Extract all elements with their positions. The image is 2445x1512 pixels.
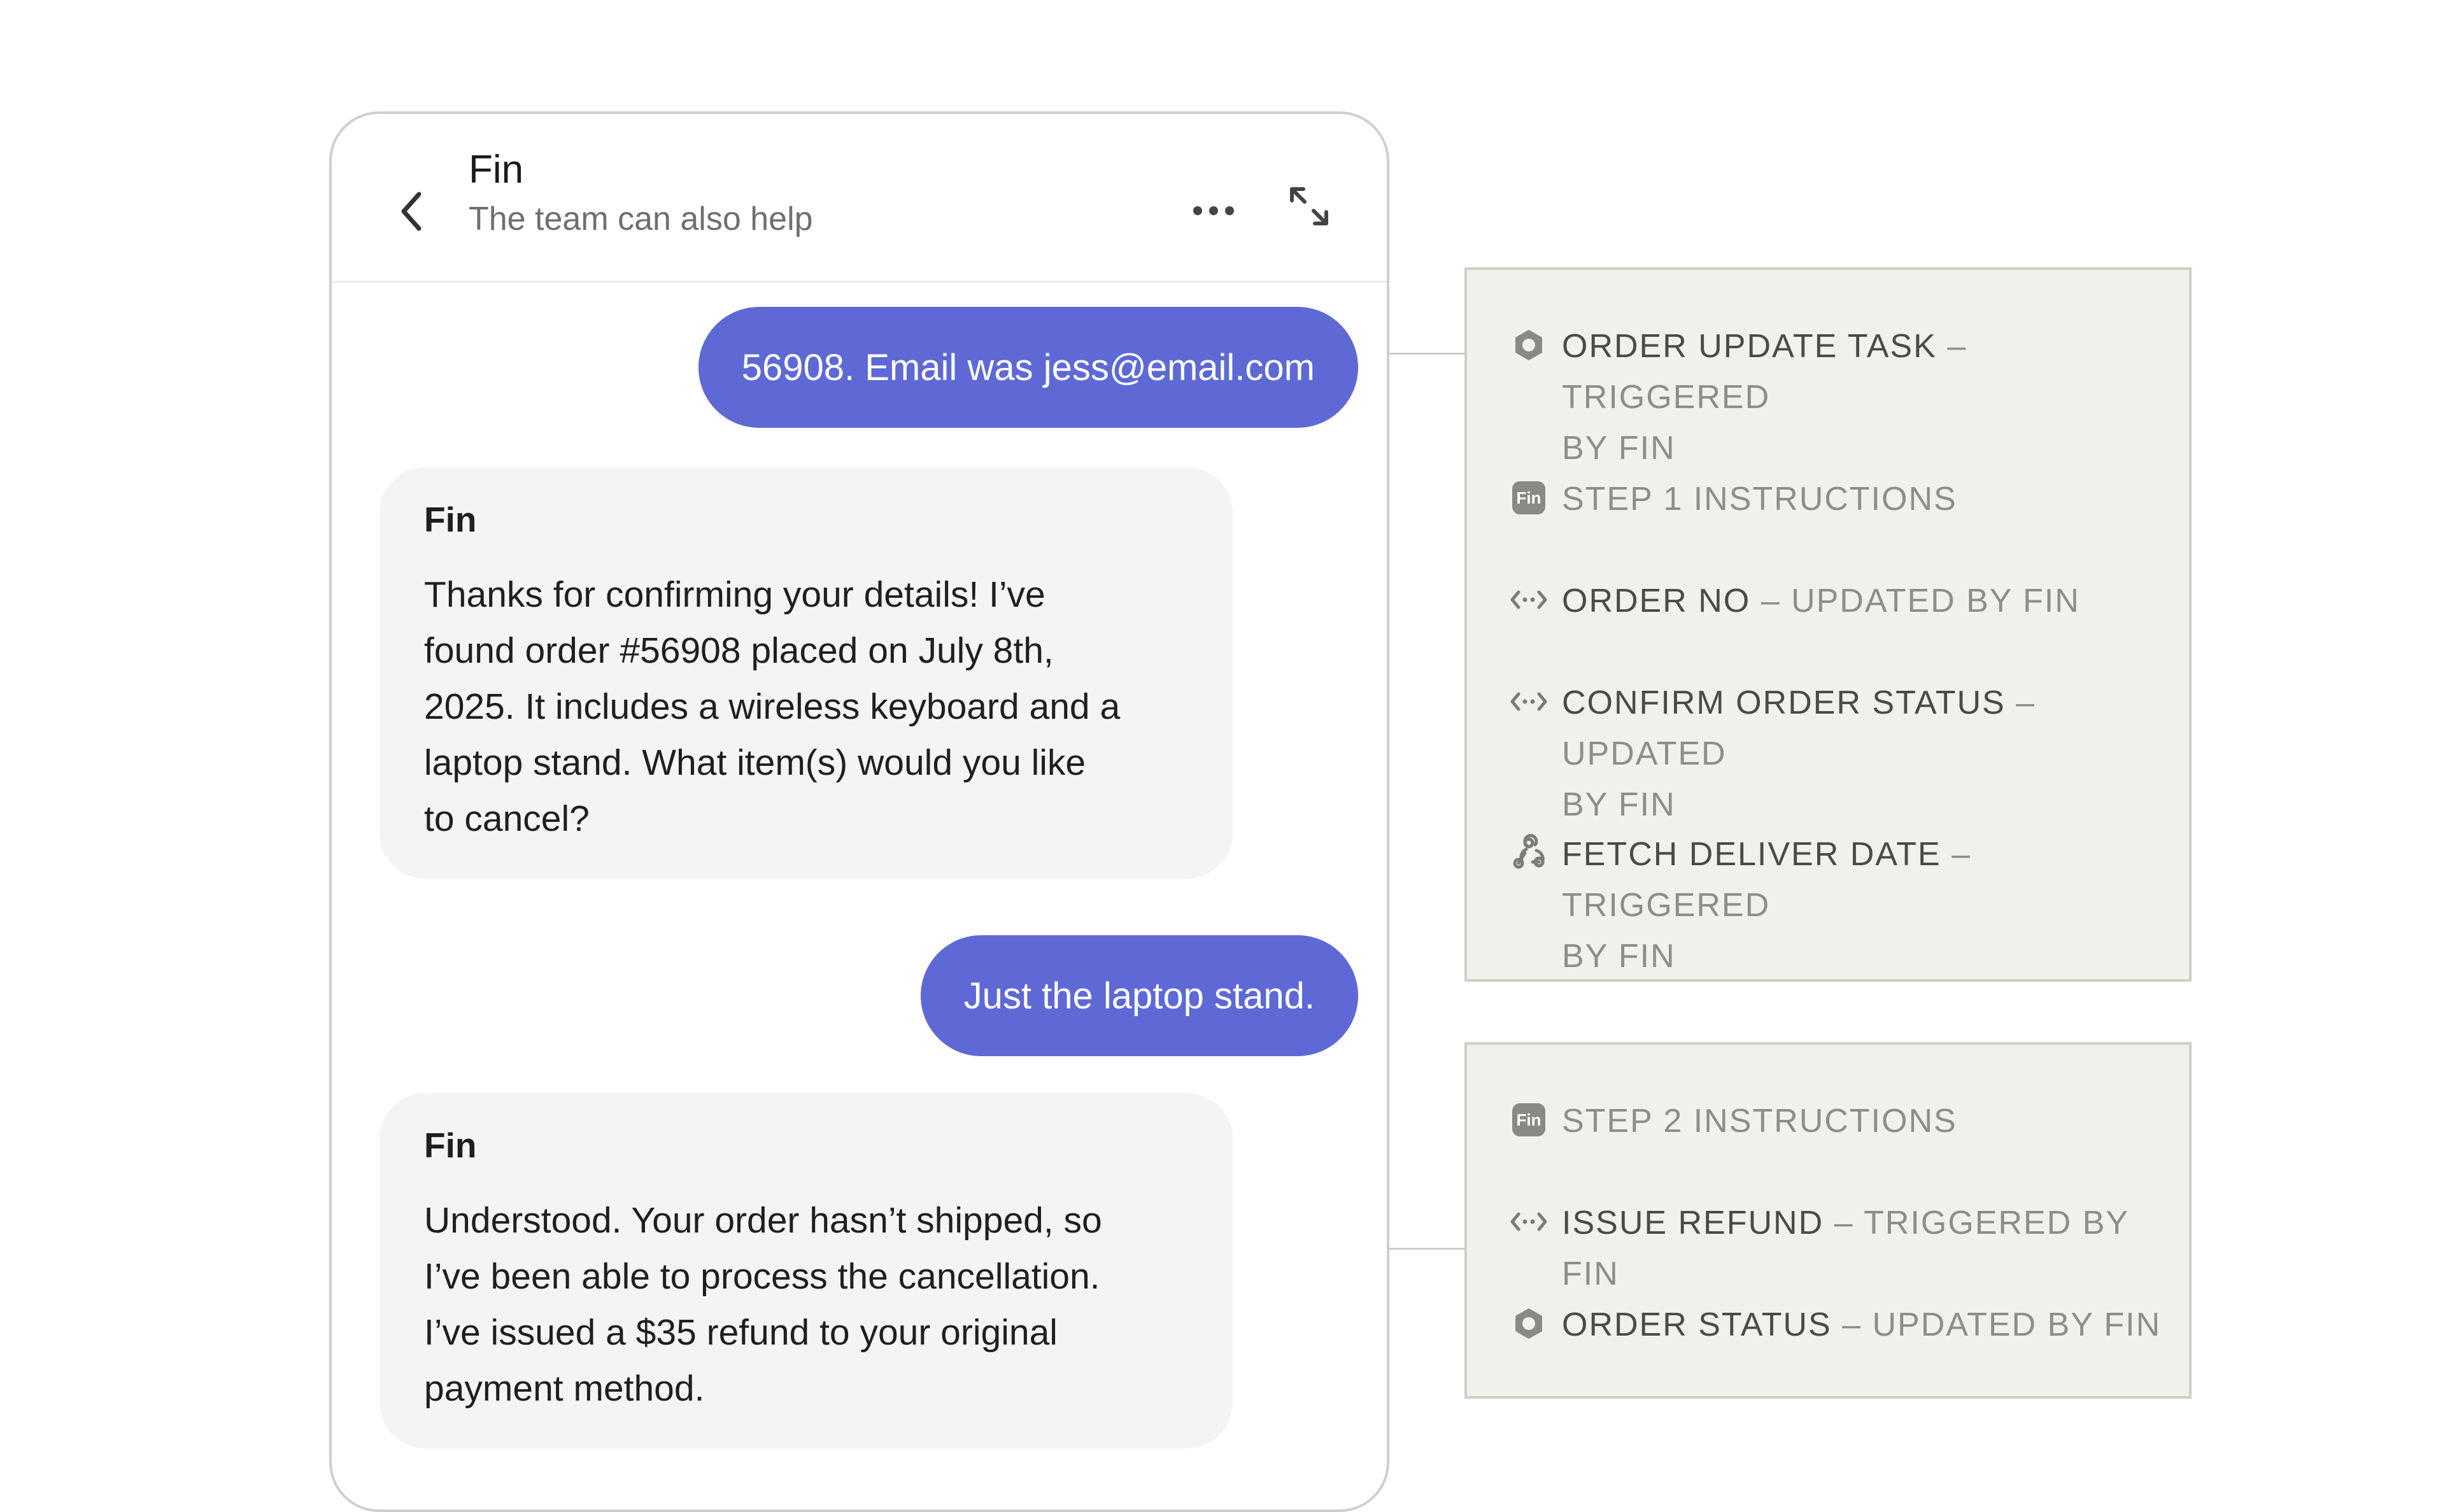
- hexagon-icon: [1508, 1303, 1549, 1344]
- message-line: to cancel?: [424, 798, 590, 839]
- log-item: Fin STEP 2 INSTRUCTIONS: [1508, 1096, 2170, 1147]
- message-text: Understood. Your order hasn’t shipped, s…: [424, 1192, 1188, 1417]
- chat-title: Fin: [469, 148, 524, 192]
- message-line: Understood. Your order hasn’t shipped, s…: [424, 1200, 1102, 1241]
- user-message: Just the laptop stand.: [920, 935, 1358, 1056]
- log-item-text: STEP 2 INSTRUCTIONS: [1562, 1103, 1957, 1140]
- expand-button[interactable]: [1280, 178, 1338, 235]
- back-button[interactable]: [392, 176, 430, 246]
- connector-line: [1389, 1248, 1464, 1250]
- bot-message: Fin Thanks for confirming your details! …: [379, 467, 1233, 879]
- chat-window: Fin The team can also help 56908. Email …: [329, 111, 1389, 1512]
- bot-name: Fin: [424, 1126, 477, 1165]
- log-item-text: ORDER STATUS – UPDATED BY FIN: [1562, 1306, 2162, 1343]
- fin-icon: Fin: [1508, 1099, 1549, 1140]
- message-line: Thanks for confirming your details! I’ve: [424, 574, 1045, 615]
- chat-subtitle: The team can also help: [469, 201, 813, 237]
- more-horizontal-icon: [1193, 206, 1234, 215]
- bot-name: Fin: [424, 500, 477, 539]
- message-line: payment method.: [424, 1368, 705, 1409]
- message-line: 2025. It includes a wireless keyboard an…: [424, 686, 1121, 727]
- log-item-text: ORDER NO – UPDATED BY FIN: [1562, 583, 2080, 619]
- chat-header: Fin The team can also help: [332, 114, 1387, 283]
- webhook-icon: [1508, 833, 1549, 873]
- code-icon: [1508, 1201, 1549, 1242]
- log-item: CONFIRM ORDER STATUS – UPDATED BY FIN: [1508, 677, 2170, 830]
- message-line: found order #56908 placed on July 8th,: [424, 630, 1054, 671]
- log-item: Fin STEP 1 INSTRUCTIONS: [1508, 474, 2170, 525]
- log-item: FETCH DELIVER DATE – TRIGGERED BY FIN: [1508, 829, 2170, 982]
- log-item: ORDER UPDATE TASK – TRIGGERED BY FIN: [1508, 321, 2170, 474]
- log-item-text: STEP 1 INSTRUCTIONS: [1562, 481, 1957, 518]
- log-item: ORDER STATUS – UPDATED BY FIN: [1508, 1299, 2170, 1350]
- message-text: Thanks for confirming your details! I’ve…: [424, 567, 1188, 847]
- user-message: 56908. Email was jess@email.com: [698, 307, 1358, 428]
- message-line: I’ve issued a $35 refund to your origina…: [424, 1312, 1058, 1353]
- log-item: ISSUE REFUND – TRIGGERED BY FIN: [1508, 1198, 2170, 1299]
- hexagon-icon: [1508, 325, 1549, 365]
- log-item-text: ISSUE REFUND – TRIGGERED BY FIN: [1562, 1205, 2129, 1292]
- code-icon: [1508, 579, 1549, 620]
- message-line: laptop stand. What item(s) would you lik…: [424, 742, 1086, 783]
- expand-icon: [1290, 187, 1328, 225]
- more-options-button[interactable]: [1185, 185, 1242, 236]
- action-log-panel: ORDER UPDATE TASK – TRIGGERED BY FIN Fin …: [1464, 267, 2192, 982]
- message-line: I’ve been able to process the cancellati…: [424, 1256, 1100, 1297]
- fin-icon: Fin: [1508, 477, 1549, 518]
- message-text: 56908. Email was jess@email.com: [741, 346, 1315, 388]
- message-text: Just the laptop stand.: [963, 975, 1315, 1017]
- code-icon: [1508, 681, 1549, 722]
- log-item-text: FETCH DELIVER DATE – TRIGGERED BY FIN: [1562, 836, 1971, 975]
- connector-line: [1389, 353, 1464, 355]
- log-item-text: CONFIRM ORDER STATUS – UPDATED BY FIN: [1562, 684, 2036, 823]
- log-item-text: ORDER UPDATE TASK – TRIGGERED BY FIN: [1562, 328, 1967, 467]
- log-item: ORDER NO – UPDATED BY FIN: [1508, 576, 2170, 626]
- action-log-panel: Fin STEP 2 INSTRUCTIONS ISSUE REFUND – T…: [1464, 1042, 2192, 1399]
- bot-message: Fin Understood. Your order hasn’t shippe…: [379, 1093, 1233, 1448]
- chevron-left-icon: [401, 192, 422, 231]
